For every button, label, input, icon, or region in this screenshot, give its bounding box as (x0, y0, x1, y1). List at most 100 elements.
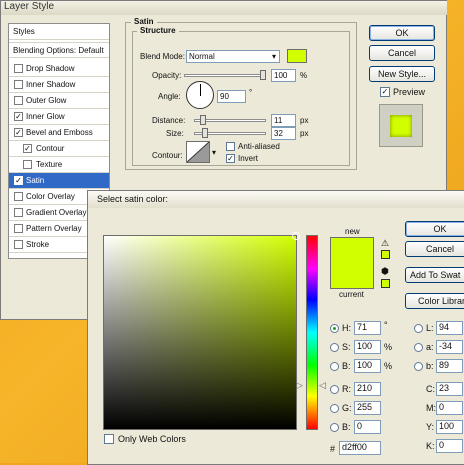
blend-mode-select[interactable]: Normal ▾ (186, 50, 280, 63)
color-field-marker[interactable] (292, 232, 300, 240)
lab-b-input[interactable]: 89 (436, 359, 463, 373)
brightness-label: B: (342, 361, 351, 371)
hue-slider[interactable] (306, 235, 318, 430)
lab-b-radio[interactable] (414, 362, 423, 371)
pattern-overlay-checkbox[interactable] (14, 224, 23, 233)
web-safe-swatch[interactable] (381, 279, 390, 288)
anti-aliased-checkbox[interactable] (226, 142, 235, 151)
gamut-warning-icon[interactable]: ⚠ (381, 238, 389, 249)
green-label: G: (342, 403, 352, 413)
hue-radio[interactable] (330, 324, 339, 333)
add-to-swatches-button[interactable]: Add To Swat (405, 267, 464, 283)
opacity-input[interactable]: 100 (271, 69, 296, 82)
satin-heading: Satin (131, 17, 157, 26)
opacity-slider-thumb[interactable] (260, 70, 266, 80)
style-item-satin[interactable]: ✓ Satin (9, 173, 109, 189)
contour-picker[interactable] (186, 141, 210, 163)
lab-a-input[interactable]: -34 (436, 340, 463, 354)
brightness-radio[interactable] (330, 362, 339, 371)
opacity-slider[interactable] (184, 74, 266, 77)
style-item-inner-glow[interactable]: ✓ Inner Glow (9, 109, 109, 125)
cyan-label: C: (426, 384, 435, 394)
yellow-input[interactable]: 100 (436, 420, 463, 434)
new-color-preview (330, 237, 374, 289)
hue-left-arrow-icon[interactable]: ▷ (296, 380, 303, 391)
drop-shadow-checkbox[interactable] (14, 64, 23, 73)
new-style-button[interactable]: New Style... (369, 66, 435, 82)
gradient-overlay-checkbox[interactable] (14, 208, 23, 217)
picker-cancel-button[interactable]: Cancel (405, 241, 464, 257)
blue-input[interactable]: 0 (354, 420, 381, 434)
color-picker-titlebar[interactable]: Select satin color: (88, 191, 464, 208)
style-item-blending-options[interactable]: Blending Options: Default (9, 42, 109, 58)
angle-input[interactable]: 90 (217, 90, 246, 103)
saturation-radio[interactable] (330, 343, 339, 352)
black-input[interactable]: 0 (436, 439, 463, 453)
hex-input[interactable]: d2ff00 (339, 441, 381, 455)
distance-input[interactable]: 11 (271, 114, 296, 127)
stroke-checkbox[interactable] (14, 240, 23, 249)
color-field[interactable] (103, 232, 300, 430)
lab-l-radio[interactable] (414, 324, 423, 333)
lab-l-input[interactable]: 94 (436, 321, 463, 335)
ok-button[interactable]: OK (369, 25, 435, 41)
only-web-colors-checkbox[interactable] (104, 434, 114, 444)
bevel-emboss-checkbox[interactable]: ✓ (14, 128, 23, 137)
layer-style-titlebar[interactable]: Layer Style (1, 1, 447, 15)
size-input[interactable]: 32 (271, 127, 296, 140)
texture-checkbox[interactable] (23, 160, 32, 169)
blend-mode-label: Blend Mode: (140, 52, 185, 61)
satin-color-swatch[interactable] (287, 49, 307, 63)
color-picker-title: Select satin color: (97, 194, 169, 204)
cancel-button[interactable]: Cancel (369, 45, 435, 61)
cyan-input[interactable]: 23 (436, 382, 463, 396)
hue-right-arrow-icon[interactable]: ◁ (319, 380, 326, 391)
blue-label: B: (342, 422, 351, 432)
web-safe-cube-icon[interactable]: ⬢ (381, 266, 389, 277)
style-item-bevel-emboss[interactable]: ✓ Bevel and Emboss (9, 125, 109, 141)
contour-dropdown-icon[interactable]: ▾ (212, 148, 216, 157)
distance-unit: px (300, 116, 309, 125)
color-overlay-checkbox[interactable] (14, 192, 23, 201)
color-picker-dialog: Select satin color: ▷ ◁ new current ⚠ ⬢ … (87, 190, 464, 465)
inner-shadow-checkbox[interactable] (14, 80, 23, 89)
green-radio[interactable] (330, 404, 339, 413)
angle-dial[interactable] (186, 81, 214, 109)
style-item-drop-shadow[interactable]: Drop Shadow (9, 61, 109, 77)
brightness-input[interactable]: 100 (354, 359, 381, 373)
magenta-input[interactable]: 0 (436, 401, 463, 415)
invert-checkbox[interactable]: ✓ (226, 154, 235, 163)
style-item-outer-glow[interactable]: Outer Glow (9, 93, 109, 109)
outer-glow-checkbox[interactable] (14, 96, 23, 105)
lab-a-radio[interactable] (414, 343, 423, 352)
preview-swatch (390, 115, 412, 137)
style-item-texture[interactable]: Texture (9, 157, 109, 173)
preview-box (379, 104, 423, 147)
contour-checkbox[interactable]: ✓ (23, 144, 32, 153)
red-input[interactable]: 210 (354, 382, 381, 396)
yellow-label: Y: (426, 422, 435, 432)
brightness-unit: % (384, 361, 393, 371)
saturation-input[interactable]: 100 (354, 340, 381, 354)
style-item-contour[interactable]: ✓ Contour (9, 141, 109, 157)
green-input[interactable]: 255 (354, 401, 381, 415)
hue-input[interactable]: 71 (354, 321, 381, 335)
hue-label: H: (342, 323, 351, 333)
style-item-inner-shadow[interactable]: Inner Shadow (9, 77, 109, 93)
inner-glow-checkbox[interactable]: ✓ (14, 112, 23, 121)
angle-unit: ° (249, 88, 253, 97)
gamut-swatch[interactable] (381, 250, 390, 259)
satin-checkbox[interactable]: ✓ (14, 176, 23, 185)
color-libraries-button[interactable]: Color Librar (405, 293, 464, 309)
styles-header[interactable]: Styles (9, 24, 109, 40)
size-slider-thumb[interactable] (202, 128, 208, 138)
opacity-unit: % (300, 71, 308, 80)
red-radio[interactable] (330, 385, 339, 394)
chevron-down-icon: ▾ (271, 52, 276, 61)
lab-a-label: a: (426, 342, 434, 352)
blue-radio[interactable] (330, 423, 339, 432)
picker-ok-button[interactable]: OK (405, 221, 464, 237)
new-color-label: new (345, 227, 360, 236)
preview-checkbox[interactable]: ✓ (380, 87, 390, 97)
distance-slider-thumb[interactable] (200, 115, 206, 125)
